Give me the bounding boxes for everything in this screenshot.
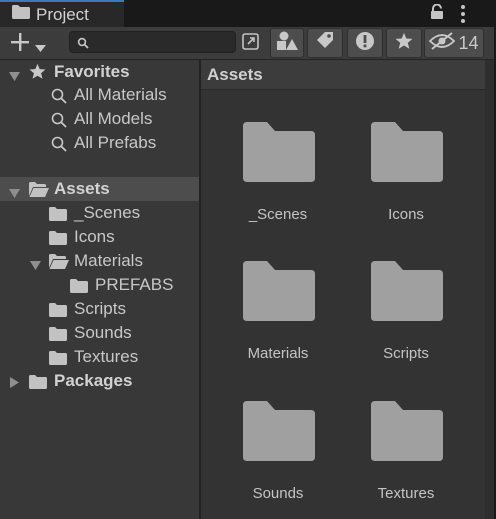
grid-folder[interactable]: _Scenes [223,122,333,242]
tree-label: PREFABS [95,275,174,294]
tree-label: Favorites [54,62,130,81]
folder-icon [49,207,67,226]
folder-tree: Favorites All Materials All Models All P… [0,60,199,519]
folder-icon [371,261,443,321]
star-icon [395,32,413,55]
folder-icon [371,401,443,461]
chevron-down-icon [35,39,46,57]
chevron-right-icon [10,375,19,393]
folder-icon [70,279,88,298]
save-search-button[interactable] [386,28,422,58]
breadcrumb: Assets [201,60,485,90]
grid-folder-label: Materials [247,345,309,362]
assets-grid: Assets _Scenes Icons Materials Scripts S… [201,60,485,519]
search-icon [51,88,67,109]
tree-favorites[interactable]: Favorites [0,60,199,84]
hidden-packages-count: 14 [458,32,479,53]
folder-icon [243,401,315,461]
grid-folder-label: Scripts [383,345,429,362]
toolbar: 14 [0,27,496,60]
tree-folder[interactable]: Scripts [0,297,199,321]
filter-by-label-button[interactable] [307,28,343,58]
search-input[interactable] [69,31,236,53]
tab-project[interactable]: Project [0,0,124,27]
tree-label: Packages [54,371,133,390]
shapes-icon [276,31,298,56]
favorite-item[interactable]: All Models [0,107,199,131]
eye-off-icon [429,31,456,55]
star-icon [29,63,46,85]
folder-icon [29,375,47,394]
title-bar: Project [0,0,496,27]
folder-open-icon [29,182,49,202]
folder-icon [49,303,67,322]
favorite-item[interactable]: All Prefabs [0,131,199,155]
tag-icon [315,31,335,56]
grid-folder-label: Textures [377,485,435,502]
search-icon [51,136,67,157]
grid-folder-label: Icons [388,206,424,223]
search-window-icon [241,31,261,56]
tree-folder[interactable]: Icons [0,225,199,249]
breadcrumb-assets[interactable]: Assets [207,65,263,85]
more-options-icon[interactable] [459,5,467,23]
search-by-type-button[interactable] [237,28,264,58]
folder-icon [371,122,443,182]
folder-icon [49,327,67,346]
tab-title: Project [36,4,89,24]
tree-folder[interactable]: Textures [0,345,199,369]
tree-assets[interactable]: Assets [0,177,199,201]
exclamation-icon [355,31,375,56]
tree-label: Icons [74,227,115,246]
grid-folder[interactable]: Icons [351,122,461,242]
grid-folder[interactable]: Scripts [351,261,461,381]
grid-folder-label: _Scenes [248,206,308,223]
lock-icon[interactable] [430,3,444,25]
tree-label: Sounds [74,323,132,342]
tree-folder[interactable]: Sounds [0,321,199,345]
tree-folder[interactable]: Materials [0,249,199,273]
folder-icon [243,261,315,321]
tree-folder[interactable]: PREFABS [0,273,199,297]
tree-label: Scripts [74,299,126,318]
tree-folder[interactable]: _Scenes [0,201,199,225]
log-type-filter-button[interactable] [347,28,383,58]
grid-folder[interactable]: Textures [351,401,461,519]
folder-icon [49,351,67,370]
tree-label: Assets [54,179,110,198]
filter-by-type-button[interactable] [270,28,304,58]
toggle-hidden-packages-button[interactable]: 14 [424,28,484,58]
folder-open-icon [49,254,69,274]
plus-icon [10,32,30,57]
tree-label: All Models [74,109,153,128]
create-dropdown-button[interactable] [6,30,54,56]
grid-folder-label: Sounds [252,485,304,502]
folder-icon [243,122,315,182]
tree-label: Textures [74,347,139,366]
grid-folder[interactable]: Sounds [223,401,333,519]
tree-packages[interactable]: Packages [0,369,199,393]
search-icon [51,112,67,133]
favorite-item[interactable]: All Materials [0,83,199,107]
folder-icon [49,231,67,250]
grid-folder[interactable]: Materials [223,261,333,381]
tree-label: _Scenes [74,203,141,222]
search-icon [77,36,89,54]
tree-label: Materials [74,251,143,270]
tree-label: All Prefabs [74,133,157,152]
tree-label: All Materials [74,85,167,104]
folder-icon [12,5,30,24]
